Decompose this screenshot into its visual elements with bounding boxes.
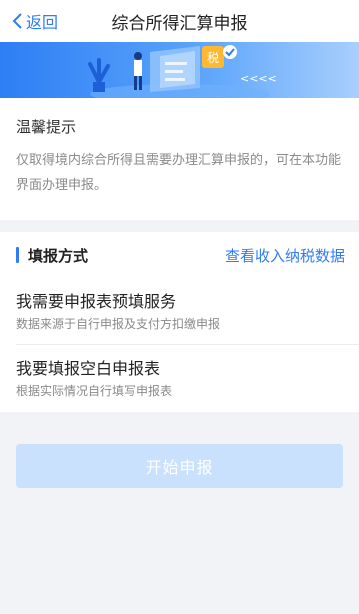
nav-bar: 返回 综合所得汇算申报 [0, 0, 359, 42]
header-banner: 税 <<<< [0, 42, 359, 98]
fill-method-section: 填报方式 查看收入纳税数据 我需要申报表预填服务 数据来源于自行申报及支付方扣缴… [0, 232, 359, 412]
notice-card: 温馨提示 仅取得境内综合所得且需要办理汇算申报的，可在本功能界面办理申报。 [0, 98, 359, 220]
section-title: 填报方式 [28, 247, 89, 265]
section-header: 填报方式 查看收入纳税数据 [0, 232, 359, 278]
person-icon [134, 52, 142, 90]
back-label: 返回 [26, 13, 59, 32]
option-prefill-service[interactable]: 我需要申报表预填服务 数据来源于自行申报及支付方扣缴申报 [0, 278, 359, 344]
section-accent-bar [16, 247, 19, 263]
chevron-left-icon [12, 13, 22, 29]
arrows-decoration: <<<< [240, 72, 277, 85]
start-filing-button[interactable]: 开始申报 [16, 444, 343, 488]
tax-badge-text: 税 [207, 51, 219, 65]
notice-text: 仅取得境内综合所得且需要办理汇算申报的，可在本功能界面办理申报。 [16, 153, 342, 193]
banner-illustration: 税 <<<< [88, 45, 277, 98]
option-subtitle: 根据实际情况自行填写申报表 [16, 384, 173, 398]
tax-badge-icon: 税 [202, 45, 237, 68]
back-button[interactable]: 返回 [12, 0, 58, 42]
option-title: 我需要申报表预填服务 [16, 292, 177, 311]
notice-title: 温馨提示 [16, 118, 77, 136]
page-title: 综合所得汇算申报 [111, 13, 248, 34]
option-title: 我要填报空白申报表 [16, 359, 161, 378]
screen-panels-icon [150, 46, 200, 92]
view-income-tax-data-link[interactable]: 查看收入纳税数据 [225, 245, 345, 266]
plant-icon [88, 58, 110, 92]
option-blank-form[interactable]: 我要填报空白申报表 根据实际情况自行填写申报表 [0, 345, 359, 411]
option-subtitle: 数据来源于自行申报及支付方扣缴申报 [16, 317, 221, 331]
